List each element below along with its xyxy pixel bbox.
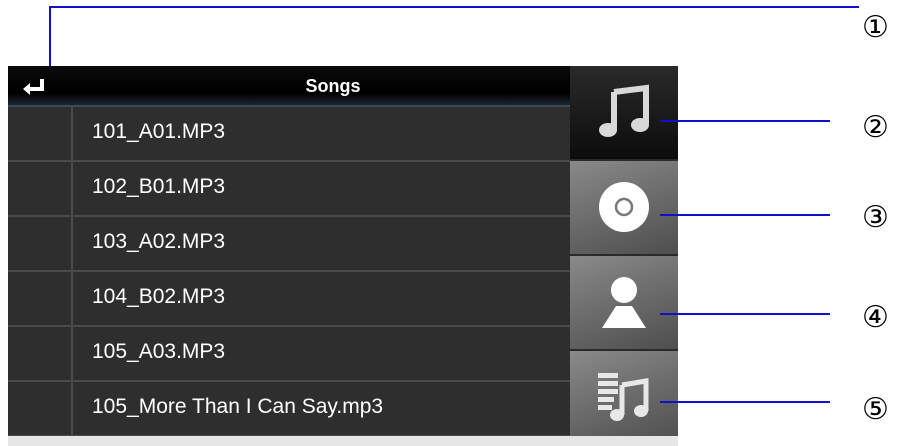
callout-number-4: ④	[862, 300, 889, 335]
song-row[interactable]: 104_B02.MP3	[8, 272, 570, 327]
row-index-cell	[8, 107, 73, 160]
row-index-cell	[8, 272, 73, 325]
page-title: Songs	[305, 76, 361, 96]
song-name: 101_A01.MP3	[92, 120, 226, 143]
callout-line-2	[660, 120, 830, 122]
song-row[interactable]: 102_B01.MP3	[8, 162, 570, 217]
song-row[interactable]: 105_A03.MP3	[8, 327, 570, 382]
category-tabs	[570, 66, 678, 446]
callout-line-1	[49, 6, 859, 8]
song-row[interactable]: 101_A01.MP3	[8, 107, 570, 162]
callout-number-5: ⑤	[862, 392, 889, 427]
playlist-icon	[598, 373, 649, 421]
header-bar: Songs	[8, 66, 570, 107]
tab-songs[interactable]	[570, 66, 678, 160]
music-browser-screen: Songs 101_A01.MP3 102_B01.MP3 103_A02.MP…	[8, 66, 678, 446]
bottom-strip	[8, 436, 678, 446]
tab-artists[interactable]	[570, 256, 678, 350]
song-name: 105_More Than I Can Say.mp3	[92, 395, 384, 418]
back-arrow-icon[interactable]	[20, 76, 50, 100]
callout-line-3	[660, 214, 830, 216]
song-name: 105_A03.MP3	[92, 340, 226, 363]
song-name: 102_B01.MP3	[92, 175, 226, 198]
row-index-cell	[8, 162, 73, 215]
song-list: 101_A01.MP3 102_B01.MP3 103_A02.MP3 104_…	[8, 107, 570, 437]
song-name: 104_B02.MP3	[92, 285, 226, 308]
tab-albums[interactable]	[570, 161, 678, 255]
callout-line-1-drop	[49, 6, 51, 66]
tab-playlists[interactable]	[570, 351, 678, 445]
row-index-cell	[8, 217, 73, 270]
callout-number-1: ①	[862, 10, 889, 45]
song-row[interactable]: 105_More Than I Can Say.mp3	[8, 382, 570, 437]
artist-icon	[602, 277, 646, 328]
callout-number-2: ②	[862, 110, 889, 145]
row-index-cell	[8, 327, 73, 380]
callout-number-3: ③	[862, 200, 889, 235]
callout-line-5	[660, 401, 830, 403]
song-row[interactable]: 103_A02.MP3	[8, 217, 570, 272]
disc-icon	[599, 182, 649, 232]
song-name: 103_A02.MP3	[92, 230, 226, 253]
row-index-cell	[8, 382, 73, 435]
callout-line-4	[660, 313, 830, 315]
music-note-icon	[599, 84, 649, 137]
